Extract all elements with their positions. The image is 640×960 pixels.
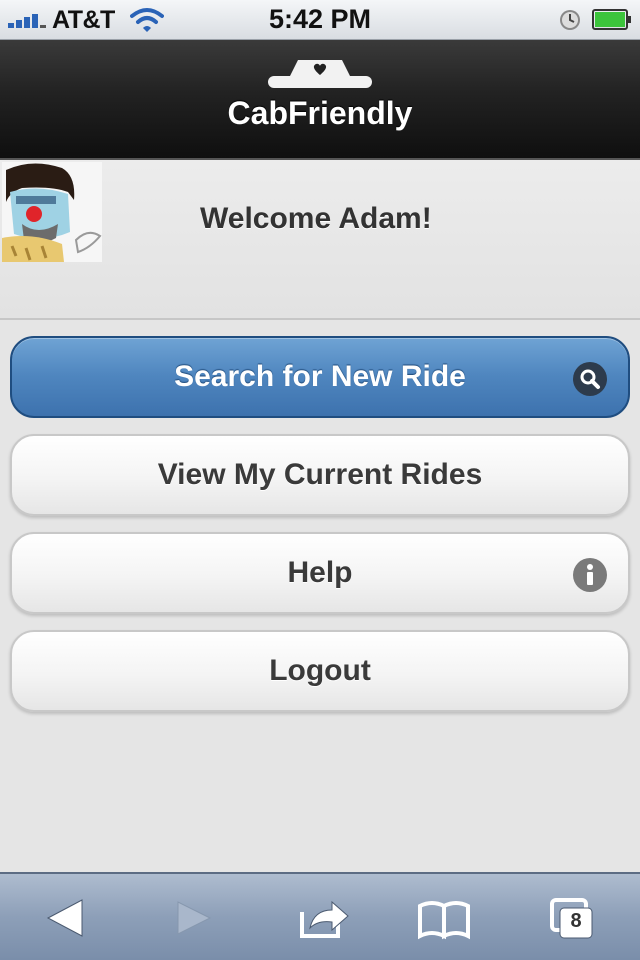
- welcome-message: Welcome Adam!: [200, 202, 432, 235]
- browser-toolbar: 8: [0, 872, 640, 960]
- app-title: CabFriendly: [227, 95, 413, 131]
- tabs-icon[interactable]: 8: [546, 894, 602, 942]
- logout-button[interactable]: Logout: [10, 630, 630, 712]
- bookmarks-icon[interactable]: [416, 894, 472, 942]
- forward-icon[interactable]: [166, 894, 222, 942]
- search-ride-label: Search for New Ride: [174, 360, 466, 393]
- clock-time: 5:42 PM: [268, 4, 372, 34]
- help-button[interactable]: Help: [10, 532, 630, 614]
- current-rides-label: View My Current Rides: [157, 458, 483, 491]
- avatar[interactable]: [2, 162, 102, 262]
- avatar-image: [2, 162, 102, 262]
- profile-section: Welcome Adam!: [0, 160, 640, 320]
- clock-icon: [560, 10, 580, 30]
- tab-count: 8: [570, 910, 582, 932]
- cab-heart-logo: [268, 60, 372, 88]
- search-ride-button[interactable]: Search for New Ride: [10, 336, 630, 418]
- logout-label: Logout: [269, 654, 371, 687]
- battery-icon: [592, 9, 631, 30]
- current-rides-button[interactable]: View My Current Rides: [10, 434, 630, 516]
- status-bar: AT&T 5:42 PM: [0, 0, 640, 40]
- info-icon: [573, 558, 607, 592]
- back-icon[interactable]: [38, 894, 94, 942]
- share-icon[interactable]: [296, 894, 352, 942]
- help-label: Help: [287, 556, 353, 589]
- app-header: CabFriendly: [0, 40, 640, 160]
- search-icon: [573, 362, 607, 396]
